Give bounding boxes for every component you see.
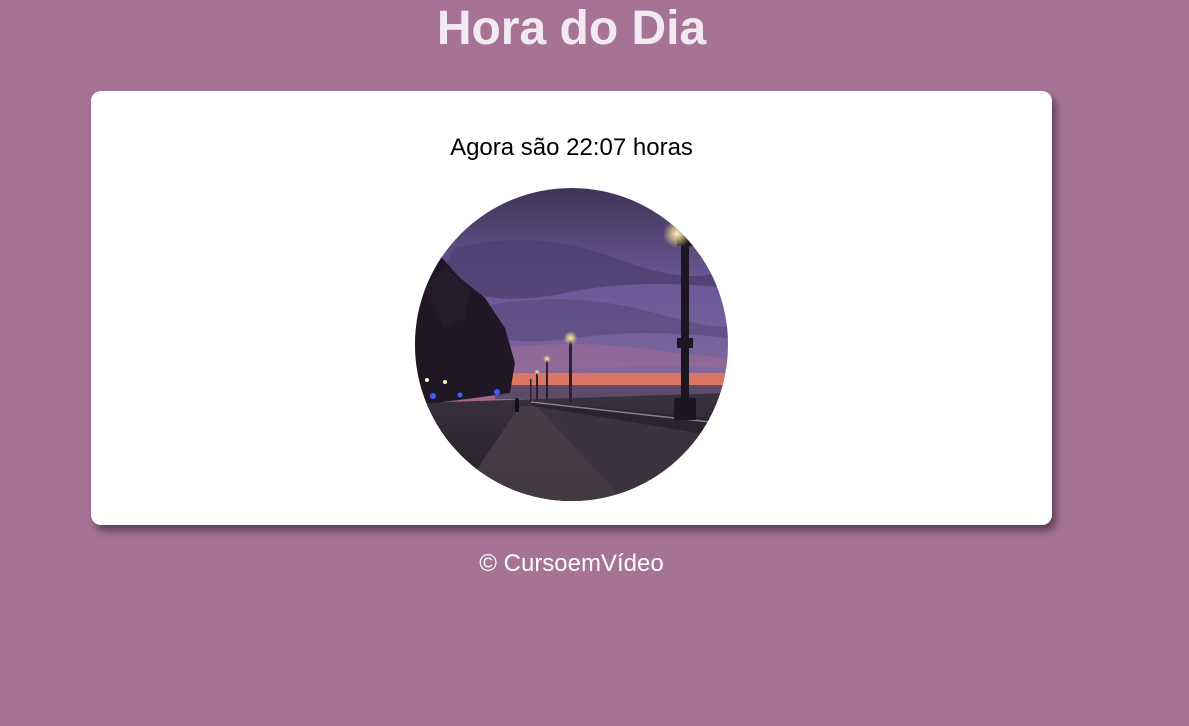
time-message: Agora são 22:07 horas bbox=[450, 134, 693, 161]
page-title: Hora do Dia bbox=[436, 2, 707, 55]
time-card: Agora são 22:07 horas bbox=[91, 91, 1052, 525]
footer-copyright: © CursoemVídeo bbox=[479, 550, 664, 577]
night-photo bbox=[415, 188, 728, 501]
night-photo-graphic bbox=[415, 188, 728, 501]
